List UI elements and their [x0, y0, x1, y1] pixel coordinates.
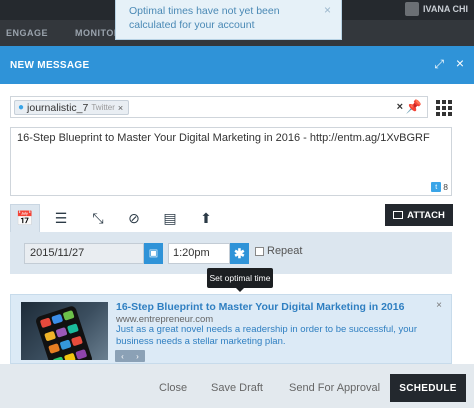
link-icon[interactable]: ⊘ — [119, 204, 149, 232]
profile-selector[interactable]: ● journalistic_7 Twitter × × 📌 — [10, 96, 428, 118]
avatar — [405, 2, 419, 16]
attach-label: ATTACH — [407, 209, 445, 221]
repeat-label: Repeat — [267, 245, 303, 257]
profile-name: journalistic_7 — [27, 101, 89, 114]
remove-profile-icon[interactable]: × — [118, 103, 123, 113]
prev-thumbnail-icon[interactable]: ‹ — [121, 352, 124, 361]
save-draft-button[interactable]: Save Draft — [211, 382, 263, 394]
close-icon[interactable]: × — [456, 55, 464, 71]
optimal-time-icon[interactable]: ✱ — [230, 243, 249, 264]
calendar-picker-icon[interactable]: ▣ — [144, 243, 163, 264]
upload-icon[interactable]: ⬆ — [191, 204, 221, 232]
notice-text: Optimal times have not yet been calculat… — [129, 5, 280, 31]
profile-chip: ● journalistic_7 Twitter × — [14, 100, 130, 115]
expand-icon[interactable]: ⤢ — [434, 57, 444, 72]
nav-engage[interactable]: ENGAGE — [6, 28, 48, 38]
shortcode-icon[interactable]: ⤡ — [83, 204, 113, 232]
repeat-checkbox[interactable] — [255, 246, 264, 256]
thumbnail-pager[interactable]: ‹ › — [115, 350, 145, 362]
calendar-icon[interactable]: 📅 — [10, 204, 40, 232]
optimal-times-notice: Optimal times have not yet been calculat… — [115, 0, 342, 40]
user-name: IVANA CHI — [423, 4, 468, 14]
remove-preview-icon[interactable]: × — [436, 300, 442, 311]
preview-title[interactable]: 16-Step Blueprint to Master Your Digital… — [116, 301, 404, 313]
twitter-bird-icon: ● — [18, 102, 25, 113]
repeat-toggle[interactable]: Repeat — [255, 245, 302, 257]
twitter-icon: t — [431, 182, 442, 192]
user-menu[interactable]: IVANA CHI — [405, 2, 468, 16]
profile-grid-icon[interactable] — [434, 98, 452, 116]
optimal-time-tooltip: Set optimal time — [207, 268, 273, 292]
nav-monitor[interactable]: MONITOR — [75, 28, 121, 38]
attach-button[interactable]: ATTACH — [385, 204, 453, 226]
modal-footer: Close Save Draft Send For Approval SCHED… — [0, 364, 474, 408]
date-input[interactable]: 2015/11/27 — [24, 243, 144, 264]
time-input[interactable]: 1:20pm — [168, 243, 230, 264]
char-count-value: 8 — [443, 182, 448, 192]
schedule-button[interactable]: SCHEDULE — [390, 374, 466, 402]
pin-icon[interactable]: 📌 — [406, 99, 422, 115]
clear-profiles-icon[interactable]: × — [397, 101, 403, 113]
modal-title: NEW MESSAGE — [10, 60, 90, 71]
message-text: 16-Step Blueprint to Master Your Digital… — [17, 132, 430, 144]
modal-header: NEW MESSAGE ⤢ × — [0, 46, 474, 84]
notice-close-icon[interactable]: × — [324, 3, 331, 17]
list-icon[interactable]: ☰ — [46, 204, 76, 232]
next-thumbnail-icon[interactable]: › — [136, 352, 139, 361]
message-textarea[interactable]: 16-Step Blueprint to Master Your Digital… — [10, 127, 452, 196]
image-icon — [393, 211, 404, 219]
link-preview-card: 16-Step Blueprint to Master Your Digital… — [10, 294, 452, 364]
profile-network: Twitter — [91, 103, 115, 112]
book-icon[interactable]: ▤ — [155, 204, 185, 232]
preview-description: Just as a great novel needs a readership… — [116, 324, 418, 347]
phone-image — [34, 304, 94, 360]
close-button[interactable]: Close — [159, 382, 187, 394]
character-count: t 8 — [431, 182, 448, 192]
send-for-approval-button[interactable]: Send For Approval — [289, 382, 380, 394]
new-message-modal: NEW MESSAGE ⤢ × ● journalistic_7 Twitter… — [0, 46, 474, 408]
preview-thumbnail — [21, 302, 108, 360]
